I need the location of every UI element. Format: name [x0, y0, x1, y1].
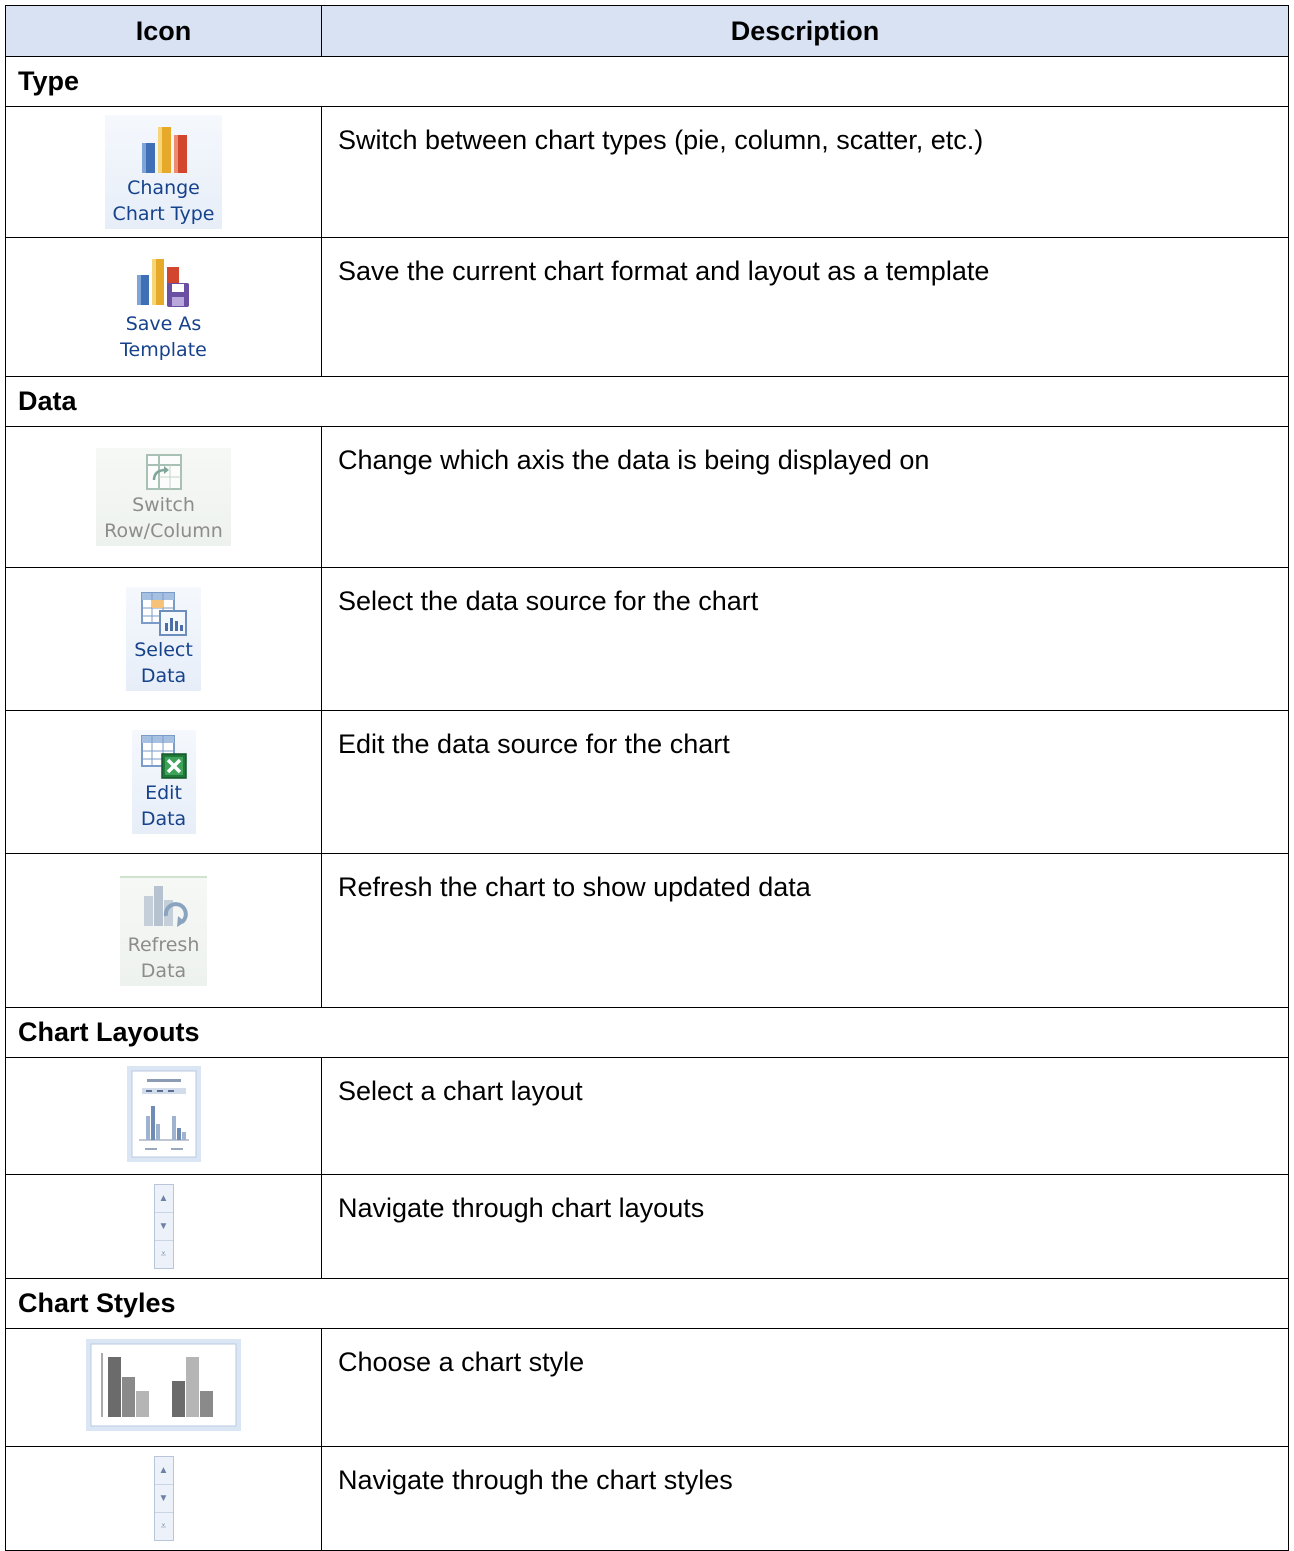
table-header-row: Icon Description [5, 5, 1289, 57]
section-row-chart-styles: Chart Styles [5, 1278, 1289, 1329]
row-description: Switch between chart types (pie, column,… [321, 106, 1289, 238]
section-title-type: Type [5, 56, 1289, 107]
switch-row-column-button[interactable]: Switch Row/Column [96, 448, 231, 546]
row-description: Refresh the chart to show updated data [321, 853, 1289, 1008]
table-row: Select Data Select the data source for t… [5, 567, 1289, 711]
select-data-label-2: Data [140, 665, 187, 687]
change-chart-type-label-1: Change [127, 177, 200, 199]
row-description: Choose a chart style [321, 1328, 1289, 1447]
table-row: Save As Template Save the current chart … [5, 237, 1289, 377]
icon-reference-table: Icon Description Type Change Chart Type … [5, 5, 1289, 1551]
section-title-chart-styles: Chart Styles [5, 1278, 1289, 1329]
row-description: Save the current chart format and layout… [321, 237, 1289, 377]
change-chart-type-icon [141, 127, 187, 173]
change-chart-type-button[interactable]: Change Chart Type [104, 115, 223, 229]
refresh-data-label-2: Data [140, 959, 187, 982]
table-row: ▲ ▼ ⩡ Navigate through the chart styles [5, 1446, 1289, 1551]
section-row-chart-layouts: Chart Layouts [5, 1007, 1289, 1058]
refresh-data-icon [144, 885, 189, 927]
section-title-data: Data [5, 376, 1289, 427]
edit-data-button[interactable]: Edit Data [131, 730, 196, 834]
layout-gallery-scroller: ▲ ▼ ⩡ [153, 1184, 174, 1269]
section-title-chart-layouts: Chart Layouts [5, 1007, 1289, 1058]
select-data-label-1: Select [134, 639, 193, 661]
table-row: Refresh Data Refresh the chart to show u… [5, 853, 1289, 1008]
save-as-template-label-1: Save As [125, 313, 202, 335]
row-description: Edit the data source for the chart [321, 710, 1289, 854]
refresh-data-label-1: Refresh [127, 933, 200, 956]
row-description: Change which axis the data is being disp… [321, 426, 1289, 568]
chart-style-thumbnail-icon[interactable] [86, 1339, 241, 1431]
scroll-down-arrow-icon[interactable]: ▼ [154, 1213, 173, 1241]
table-row: Select a chart layout [5, 1057, 1289, 1175]
save-as-template-label-2: Template [120, 339, 207, 361]
row-description: Navigate through the chart styles [321, 1446, 1289, 1551]
scroll-up-arrow-icon[interactable]: ▲ [154, 1457, 173, 1485]
row-description: Select a chart layout [321, 1057, 1289, 1175]
scroll-down-arrow-icon[interactable]: ▼ [154, 1485, 173, 1513]
edit-data-icon [140, 735, 187, 779]
scroll-up-arrow-icon[interactable]: ▲ [154, 1185, 173, 1213]
section-row-data: Data [5, 376, 1289, 427]
gallery-more-icon[interactable]: ⩡ [155, 1241, 173, 1268]
table-row: Choose a chart style [5, 1328, 1289, 1447]
change-chart-type-label-2: Chart Type [112, 203, 215, 225]
description-column-header: Description [321, 5, 1289, 57]
icon-column-header: Icon [5, 5, 322, 57]
table-row: Edit Data Edit the data source for the c… [5, 710, 1289, 854]
table-row: Switch Row/Column Change which axis the … [5, 426, 1289, 568]
table-row: Change Chart Type Switch between chart t… [5, 106, 1289, 238]
refresh-data-button[interactable]: Refresh Data [119, 875, 208, 986]
chart-layout-thumbnail-icon[interactable] [126, 1065, 201, 1162]
save-as-template-button[interactable]: Save As Template [112, 249, 215, 365]
select-data-button[interactable]: Select Data [126, 587, 201, 691]
style-gallery-scroller: ▲ ▼ ⩡ [153, 1456, 174, 1541]
select-data-icon [140, 592, 187, 636]
table-row: ▲ ▼ ⩡ Navigate through chart layouts [5, 1174, 1289, 1279]
edit-data-label-2: Data [140, 808, 187, 830]
switch-row-column-label-2: Row/Column [104, 520, 223, 542]
row-description: Select the data source for the chart [321, 567, 1289, 711]
edit-data-label-1: Edit [145, 782, 182, 804]
row-description: Navigate through chart layouts [321, 1174, 1289, 1279]
gallery-more-icon[interactable]: ⩡ [155, 1513, 173, 1540]
switch-row-column-label-1: Switch [132, 494, 195, 516]
save-as-template-icon [137, 259, 190, 307]
section-row-type: Type [5, 56, 1289, 107]
switch-row-column-icon [145, 454, 182, 490]
